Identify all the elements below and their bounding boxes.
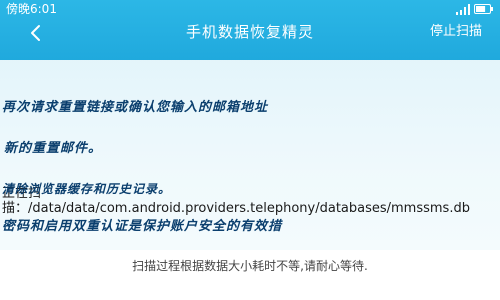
status-time: 傍晚6:01 bbox=[6, 2, 57, 16]
footer: 扫描过程根据数据大小耗时不等,请耐心等待. bbox=[0, 250, 500, 300]
status-bar: 傍晚6:01 bbox=[0, 0, 500, 18]
overlay-line-4: 密码和启用双重认证是保护账户安全的有效措 bbox=[2, 219, 283, 234]
app-header: 傍晚6:01 手机数据恢复精灵 停止扫描 bbox=[0, 0, 500, 60]
signal-icon bbox=[456, 3, 470, 15]
overlay-line-3: 清除浏览器缓存和历史记录。 bbox=[2, 182, 172, 196]
page-title: 手机数据恢复精灵 bbox=[185, 23, 314, 41]
battery-icon bbox=[474, 4, 493, 14]
battery-fill bbox=[476, 6, 486, 12]
status-icons bbox=[456, 3, 494, 15]
overlay-line-2: 新的重置邮件。 bbox=[4, 141, 103, 156]
overlay-line-1: 再次请求重置链接或确认您输入的邮箱地址 bbox=[2, 100, 269, 115]
stop-scan-button[interactable]: 停止扫描 bbox=[430, 22, 482, 42]
scan-area: 正在扫描：/data/data/com.android.providers.te… bbox=[0, 60, 500, 250]
scan-note: 扫描过程根据数据大小耗时不等,请耐心等待. bbox=[132, 259, 368, 273]
